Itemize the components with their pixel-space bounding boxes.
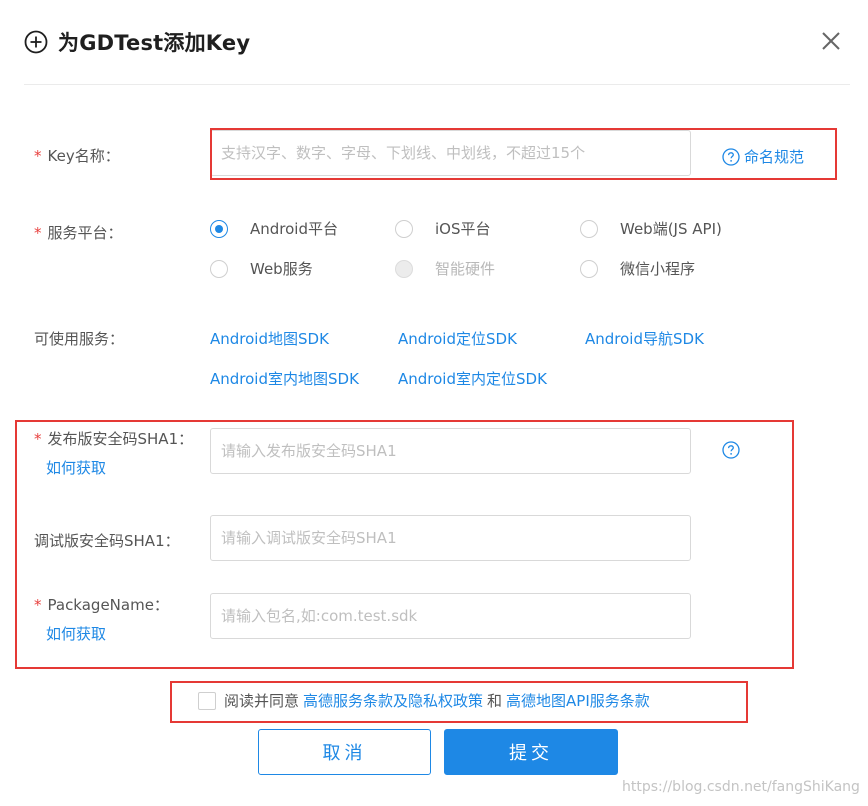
radio-android[interactable]: Android平台 <box>210 218 338 239</box>
close-button[interactable] <box>818 28 844 54</box>
map-api-terms-link[interactable]: 高德地图API服务条款 <box>506 690 650 711</box>
service-android-indoor-map-sdk: Android室内地图SDK <box>210 370 359 388</box>
radio-indicator <box>210 259 228 278</box>
service-android-map-sdk: Android地图SDK <box>210 330 329 348</box>
agreement-prefix: 阅读并同意 <box>224 692 300 710</box>
agreement-and: 和 <box>487 692 503 710</box>
naming-rules-link[interactable]: 命名规范 <box>722 146 804 167</box>
dialog-header: 为GDTest添加Key <box>24 26 250 58</box>
agreement-row: 阅读并同意 高德服务条款及隐私权政策 和 高德地图API服务条款 <box>198 690 654 711</box>
submit-button[interactable]: 提交 <box>444 729 618 775</box>
how-to-get-release-sha1-link[interactable]: 如何获取 <box>34 457 193 478</box>
service-android-indoor-location-sdk: Android室内定位SDK <box>398 370 547 388</box>
radio-web-js-api[interactable]: Web端(JS API) <box>580 218 722 239</box>
radio-indicator <box>580 219 598 238</box>
radio-disabled-indicator <box>395 259 413 278</box>
required-mark: * <box>34 147 42 165</box>
radio-checked-indicator <box>210 219 228 238</box>
release-sha1-input[interactable] <box>210 428 691 474</box>
watermark-text: https://blog.csdn.net/fangShiKang <box>622 779 860 795</box>
header-divider <box>24 84 850 85</box>
platform-label: * 服务平台： <box>34 224 123 242</box>
package-name-input[interactable] <box>210 593 691 639</box>
radio-smart-hardware: 智能硬件 <box>395 258 495 279</box>
plus-circle-icon <box>24 30 48 54</box>
question-circle-icon <box>722 147 740 166</box>
radio-wechat-mini-program[interactable]: 微信小程序 <box>580 258 695 279</box>
radio-web-service[interactable]: Web服务 <box>210 258 313 279</box>
service-android-location-sdk: Android定位SDK <box>398 330 517 348</box>
debug-sha1-input[interactable] <box>210 515 691 561</box>
service-android-navi-sdk: Android导航SDK <box>585 330 704 348</box>
radio-indicator <box>395 219 413 238</box>
debug-sha1-label: 调试版安全码SHA1： <box>34 532 180 550</box>
package-name-label: * PackageName： 如何获取 <box>34 596 169 644</box>
cancel-button[interactable]: 取消 <box>258 729 431 775</box>
key-name-label: * Key名称： <box>34 147 120 165</box>
how-to-get-package-name-link[interactable]: 如何获取 <box>34 623 169 644</box>
services-label: 可使用服务： <box>34 330 125 348</box>
close-icon <box>822 32 840 50</box>
key-name-input[interactable] <box>210 130 691 176</box>
release-sha1-help[interactable] <box>722 441 744 459</box>
agreement-checkbox[interactable] <box>198 691 216 710</box>
dialog-title: 为GDTest添加Key <box>58 31 251 55</box>
question-circle-icon <box>722 441 740 459</box>
release-sha1-label: * 发布版安全码SHA1： 如何获取 <box>34 430 194 478</box>
radio-indicator <box>580 259 598 278</box>
radio-ios[interactable]: iOS平台 <box>395 218 491 239</box>
terms-privacy-link[interactable]: 高德服务条款及隐私权政策 <box>303 690 483 711</box>
add-key-dialog: 为GDTest添加Key *Key名称： 命名规范 *服务平台： Android… <box>0 0 868 806</box>
